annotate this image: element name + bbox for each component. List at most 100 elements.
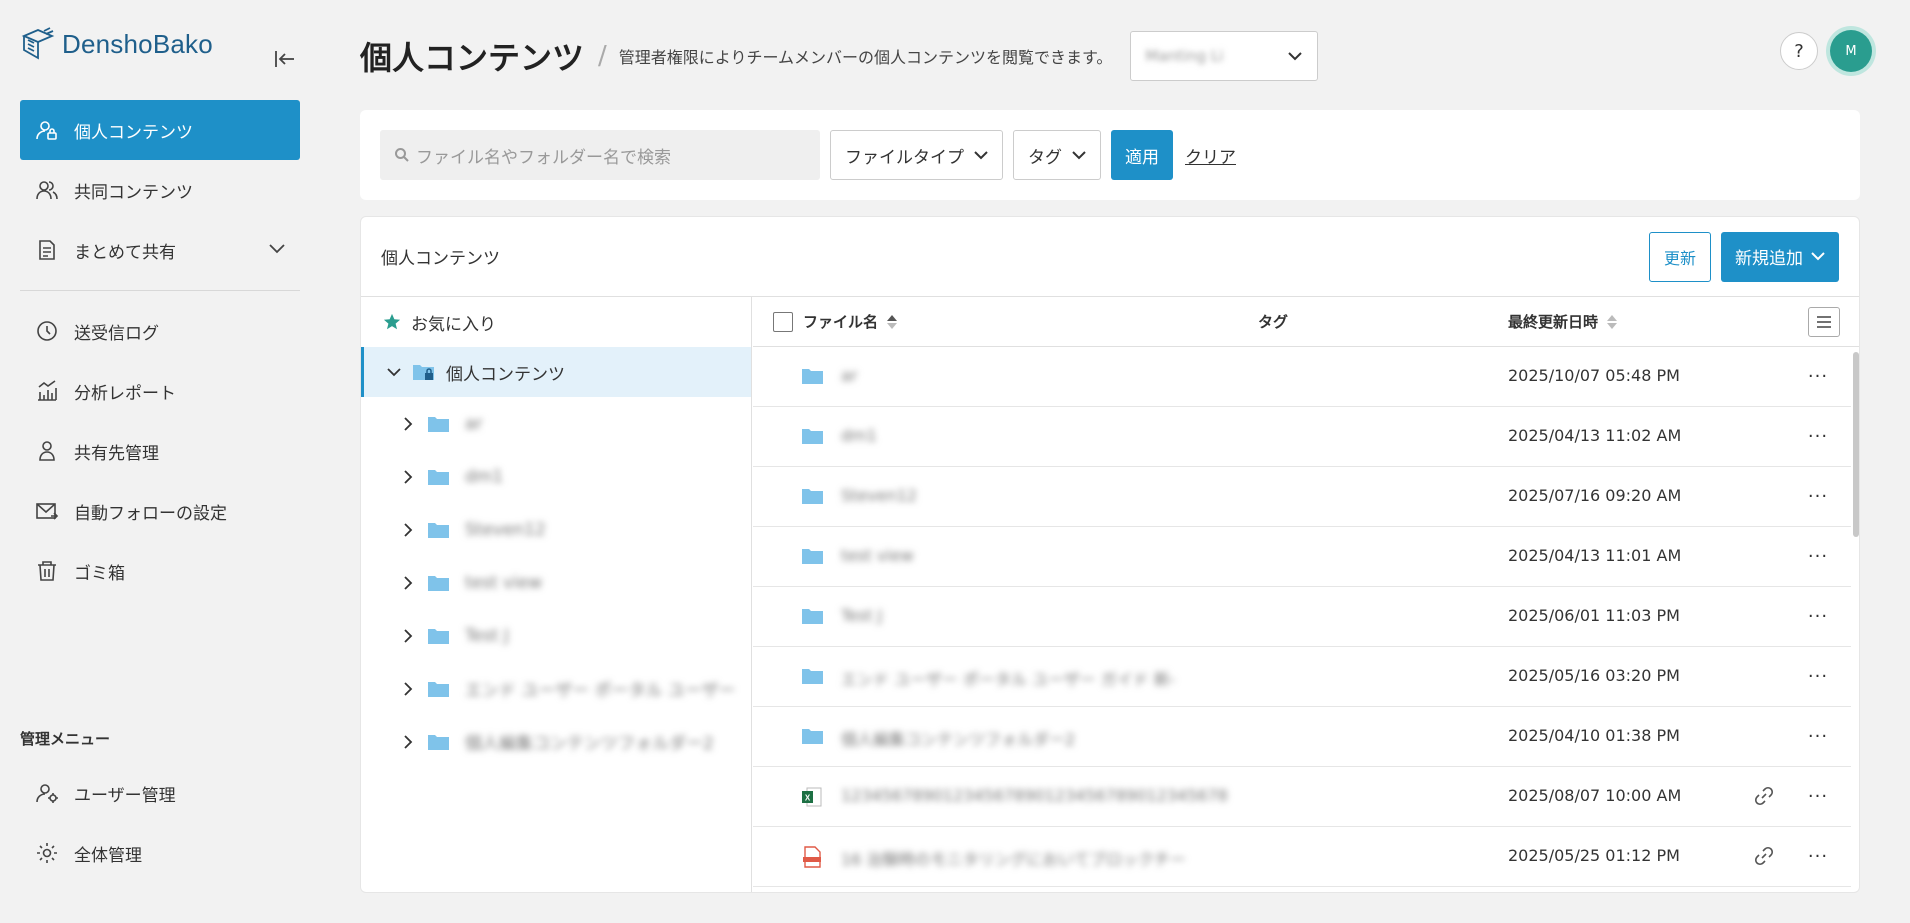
content-title: 個人コンテンツ (381, 249, 500, 269)
file-name[interactable]: Steven12 (841, 486, 917, 505)
file-name[interactable]: 12345678901234567890123456789012345678 (841, 786, 1228, 805)
content-header: 個人コンテンツ 更新 新規追加 (361, 217, 1859, 297)
tree-root-personal[interactable]: 個人コンテンツ (361, 347, 751, 397)
table-row[interactable]: エンド ユーザー ポータル ユーザー ガイド 新- 2025/05/16 03:2… (753, 647, 1851, 707)
column-header-label: 最終更新日時 (1508, 313, 1599, 331)
file-updated: 2025/04/13 11:02 AM (1508, 426, 1682, 445)
file-name[interactable]: 16 治験時のモニタリングにおいてブロックチー (841, 846, 1186, 870)
file-updated: 2025/07/16 09:20 AM (1508, 486, 1682, 505)
table-row[interactable]: 個人編集コンテンツフォルダー2 2025/04/10 01:38 PM ··· (753, 707, 1851, 767)
tree-folder-item[interactable]: Steven12 (361, 503, 751, 556)
main-nav: 個人コンテンツ 共同コンテンツ まとめて共有 送受信ログ 分析レポート 共有先管… (20, 100, 300, 601)
more-actions-icon[interactable]: ··· (1803, 541, 1833, 571)
file-name[interactable]: test view (841, 546, 914, 565)
file-name[interactable]: dm1 (841, 426, 877, 445)
tree-folder-item[interactable]: test view (361, 556, 751, 609)
page-header: 個人コンテンツ / 管理者権限によりチームメンバーの個人コンテンツを閲覧できます… (360, 28, 1319, 84)
chevron-right-icon[interactable] (403, 575, 413, 591)
sidebar-item-auto-follow-settings[interactable]: 自動フォローの設定 (20, 481, 300, 541)
add-new-button[interactable]: 新規追加 (1721, 231, 1839, 282)
more-actions-icon[interactable]: ··· (1803, 781, 1833, 811)
chevron-right-icon[interactable] (403, 628, 413, 644)
file-name[interactable]: エンド ユーザー ポータル ユーザー ガイド 新- (841, 666, 1176, 690)
sidebar-item-personal-content[interactable]: 個人コンテンツ (20, 100, 300, 160)
sidebar-item-bulk-share[interactable]: まとめて共有 (20, 220, 300, 280)
file-updated: 2025/05/25 01:12 PM (1508, 846, 1680, 865)
table-body: ar 2025/10/07 05:48 PM ··· dm1 2025/04/13 11… (753, 347, 1859, 887)
table-row[interactable]: dm1 2025/04/13 11:02 AM ··· (753, 407, 1851, 467)
list-icon (1817, 315, 1831, 328)
page-description: 管理者権限によりチームメンバーの個人コンテンツを閲覧できます。 (618, 48, 1113, 67)
sidebar-item-user-management[interactable]: ユーザー管理 (20, 763, 300, 823)
brand-name: DenshoBako (62, 28, 213, 59)
tree-folder-item[interactable]: ar (361, 397, 751, 450)
search-panel: ファイル名やフォルダー名で検索 ファイルタイプ タグ 適用 クリア (360, 110, 1860, 200)
more-actions-icon[interactable]: ··· (1803, 661, 1833, 691)
sidebar-item-global-admin[interactable]: 全体管理 (20, 823, 300, 883)
tree-favorites[interactable]: お気に入り (361, 297, 751, 347)
member-select[interactable]: Manting Li (1130, 31, 1319, 81)
chevron-right-icon[interactable] (403, 734, 413, 750)
more-actions-icon[interactable]: ··· (1803, 721, 1833, 751)
refresh-button[interactable]: 更新 (1648, 231, 1711, 282)
sidebar-item-analytics-report[interactable]: 分析レポート (20, 361, 300, 421)
chevron-right-icon[interactable] (403, 681, 413, 697)
add-new-label: 新規追加 (1735, 249, 1803, 269)
sidebar-item-label: 自動フォローの設定 (74, 503, 227, 524)
file-name[interactable]: Test J (841, 606, 882, 625)
sidebar-item-trash[interactable]: ゴミ箱 (20, 541, 300, 601)
more-actions-icon[interactable]: ··· (1803, 601, 1833, 631)
select-all-checkbox[interactable] (773, 311, 793, 332)
folder-lock-icon (413, 365, 434, 380)
table-row[interactable]: 16 治験時のモニタリングにおいてブロックチー 2025/05/25 01:12 … (753, 827, 1851, 887)
more-actions-icon[interactable]: ··· (1803, 421, 1833, 451)
table-row[interactable]: ar 2025/10/07 05:48 PM ··· (753, 347, 1851, 407)
tree-item-label: エンド ユーザー ポータル ユーザー (465, 681, 736, 701)
chevron-right-icon[interactable] (403, 522, 413, 538)
chevron-down-icon[interactable] (386, 367, 402, 377)
tree-folder-item[interactable]: Test J (361, 609, 751, 662)
sidebar-item-transfer-log[interactable]: 送受信ログ (20, 301, 300, 361)
tag-filter[interactable]: タグ (1013, 130, 1101, 180)
file-updated: 2025/04/10 01:38 PM (1508, 726, 1680, 745)
sidebar-item-shared-content[interactable]: 共同コンテンツ (20, 160, 300, 220)
file-name[interactable]: ar (841, 366, 857, 385)
chevron-down-icon[interactable] (268, 240, 286, 260)
tree-folder-item[interactable]: エンド ユーザー ポータル ユーザー (361, 662, 751, 715)
file-type-filter[interactable]: ファイルタイプ (830, 130, 1003, 180)
link-icon[interactable] (1753, 785, 1775, 812)
collapse-sidebar-icon[interactable] (270, 44, 300, 74)
scrollbar[interactable] (1853, 352, 1859, 537)
brand-logo[interactable]: DenshoBako (20, 26, 213, 62)
sidebar-item-label: 分析レポート (74, 383, 176, 404)
chevron-right-icon[interactable] (403, 416, 413, 432)
more-actions-icon[interactable]: ··· (1803, 361, 1833, 391)
tree-item-label: ar (465, 413, 483, 434)
help-button[interactable]: ? (1780, 32, 1818, 70)
document-share-icon (34, 237, 60, 263)
tree-folder-item[interactable]: 個人編集コンテンツフォルダー2 (361, 715, 751, 768)
chevron-down-icon (974, 150, 988, 159)
column-header-name[interactable]: ファイル名 (803, 311, 898, 332)
search-input[interactable]: ファイル名やフォルダー名で検索 (380, 130, 820, 180)
tree-folder-item[interactable]: dm1 (361, 450, 751, 503)
search-icon (395, 148, 409, 162)
table-row[interactable]: test view 2025/04/13 11:01 AM ··· (753, 527, 1851, 587)
clock-history-icon (34, 318, 60, 344)
more-actions-icon[interactable]: ··· (1803, 481, 1833, 511)
more-actions-icon[interactable]: ··· (1803, 841, 1833, 871)
sidebar-item-label: 個人コンテンツ (74, 122, 193, 143)
sidebar-item-recipient-management[interactable]: 共有先管理 (20, 421, 300, 481)
table-row[interactable]: X 12345678901234567890123456789012345678 2… (753, 767, 1851, 827)
user-avatar[interactable]: M (1830, 30, 1872, 72)
user-lock-icon (34, 117, 60, 143)
table-row[interactable]: Steven12 2025/07/16 09:20 AM ··· (753, 467, 1851, 527)
apply-button[interactable]: 適用 (1111, 130, 1173, 180)
column-header-updated[interactable]: 最終更新日時 (1508, 311, 1618, 332)
chevron-right-icon[interactable] (403, 469, 413, 485)
clear-link[interactable]: クリア (1185, 143, 1236, 168)
table-row[interactable]: Test J 2025/06/01 11:03 PM ··· (753, 587, 1851, 647)
file-name[interactable]: 個人編集コンテンツフォルダー2 (841, 726, 1075, 750)
link-icon[interactable] (1753, 845, 1775, 872)
column-settings-button[interactable] (1808, 306, 1840, 337)
